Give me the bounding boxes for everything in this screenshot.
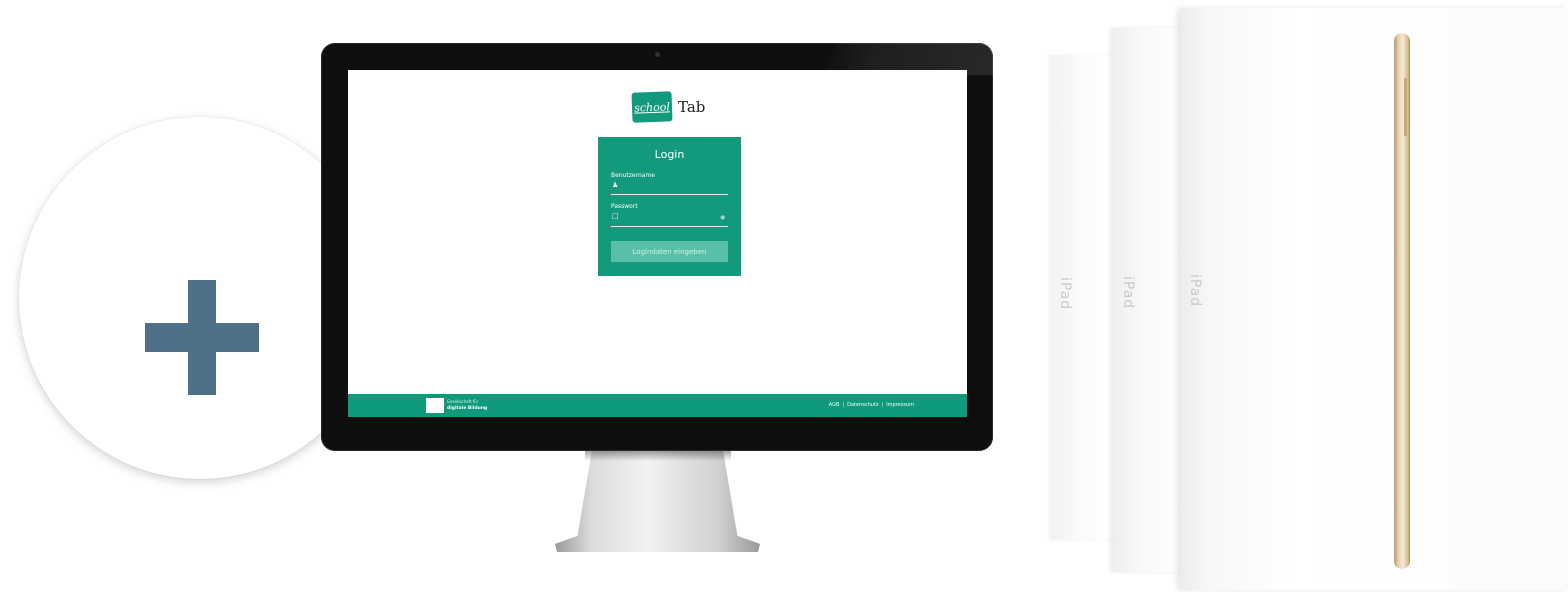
ipad-box: iPad (1180, 8, 1568, 590)
plus-icon-bar (145, 323, 259, 352)
ipad-device-edge (1394, 33, 1410, 569)
logo-badge-text: school (633, 99, 671, 115)
ipad-box-label: iPad (1120, 276, 1136, 310)
login-submit-button[interactable]: Logindaten eingeben (611, 241, 728, 262)
footer-link-datenschutz[interactable]: Datenschutz (847, 402, 878, 408)
org-name-line1: Gesellschaft für (447, 399, 479, 404)
ipad-box: iPad (1051, 55, 1115, 540)
password-field[interactable] (611, 226, 728, 227)
screen-footer: Gesellschaft für digitale Bildung AGB | … (348, 394, 967, 417)
org-name-line2: digitale Bildung (447, 406, 488, 411)
user-icon: ♟ (612, 181, 619, 189)
monitor-screen: school Tab Login Benutzername ♟ Passwort… (348, 70, 967, 417)
lock-icon: □ (612, 212, 619, 220)
monitor-stand (555, 451, 760, 552)
eye-icon[interactable]: ◉ (720, 214, 725, 221)
footer-separator: | (881, 402, 884, 408)
username-label: Benutzername (611, 172, 655, 179)
login-title: Login (654, 148, 685, 161)
ipad-box: iPad (1113, 28, 1185, 572)
logo-name: Tab (678, 98, 706, 116)
ipad-box-label: iPad (1187, 274, 1203, 308)
school-tab-logo: school Tab (631, 91, 706, 123)
monitor: school Tab Login Benutzername ♟ Passwort… (321, 43, 993, 451)
logo-badge: school (631, 91, 673, 123)
ipad-box-label: iPad (1057, 277, 1073, 311)
footer-link-impressum[interactable]: Impressum (886, 402, 914, 408)
footer-links: AGB | Datenschutz | Impressum (829, 402, 914, 408)
footer-separator: | (842, 402, 845, 408)
camera-icon (655, 52, 660, 57)
username-field[interactable] (611, 194, 728, 195)
password-label: Passwort (611, 203, 638, 210)
footer-link-agb[interactable]: AGB (829, 402, 840, 408)
gfdb-logo (426, 398, 444, 413)
org-name: Gesellschaft für digitale Bildung (447, 399, 487, 412)
login-card: Login Benutzername ♟ Passwort □ ◉ Logind… (598, 137, 741, 276)
monitor-stand-shadow (585, 451, 731, 461)
ipad-volume-button (1404, 78, 1407, 136)
